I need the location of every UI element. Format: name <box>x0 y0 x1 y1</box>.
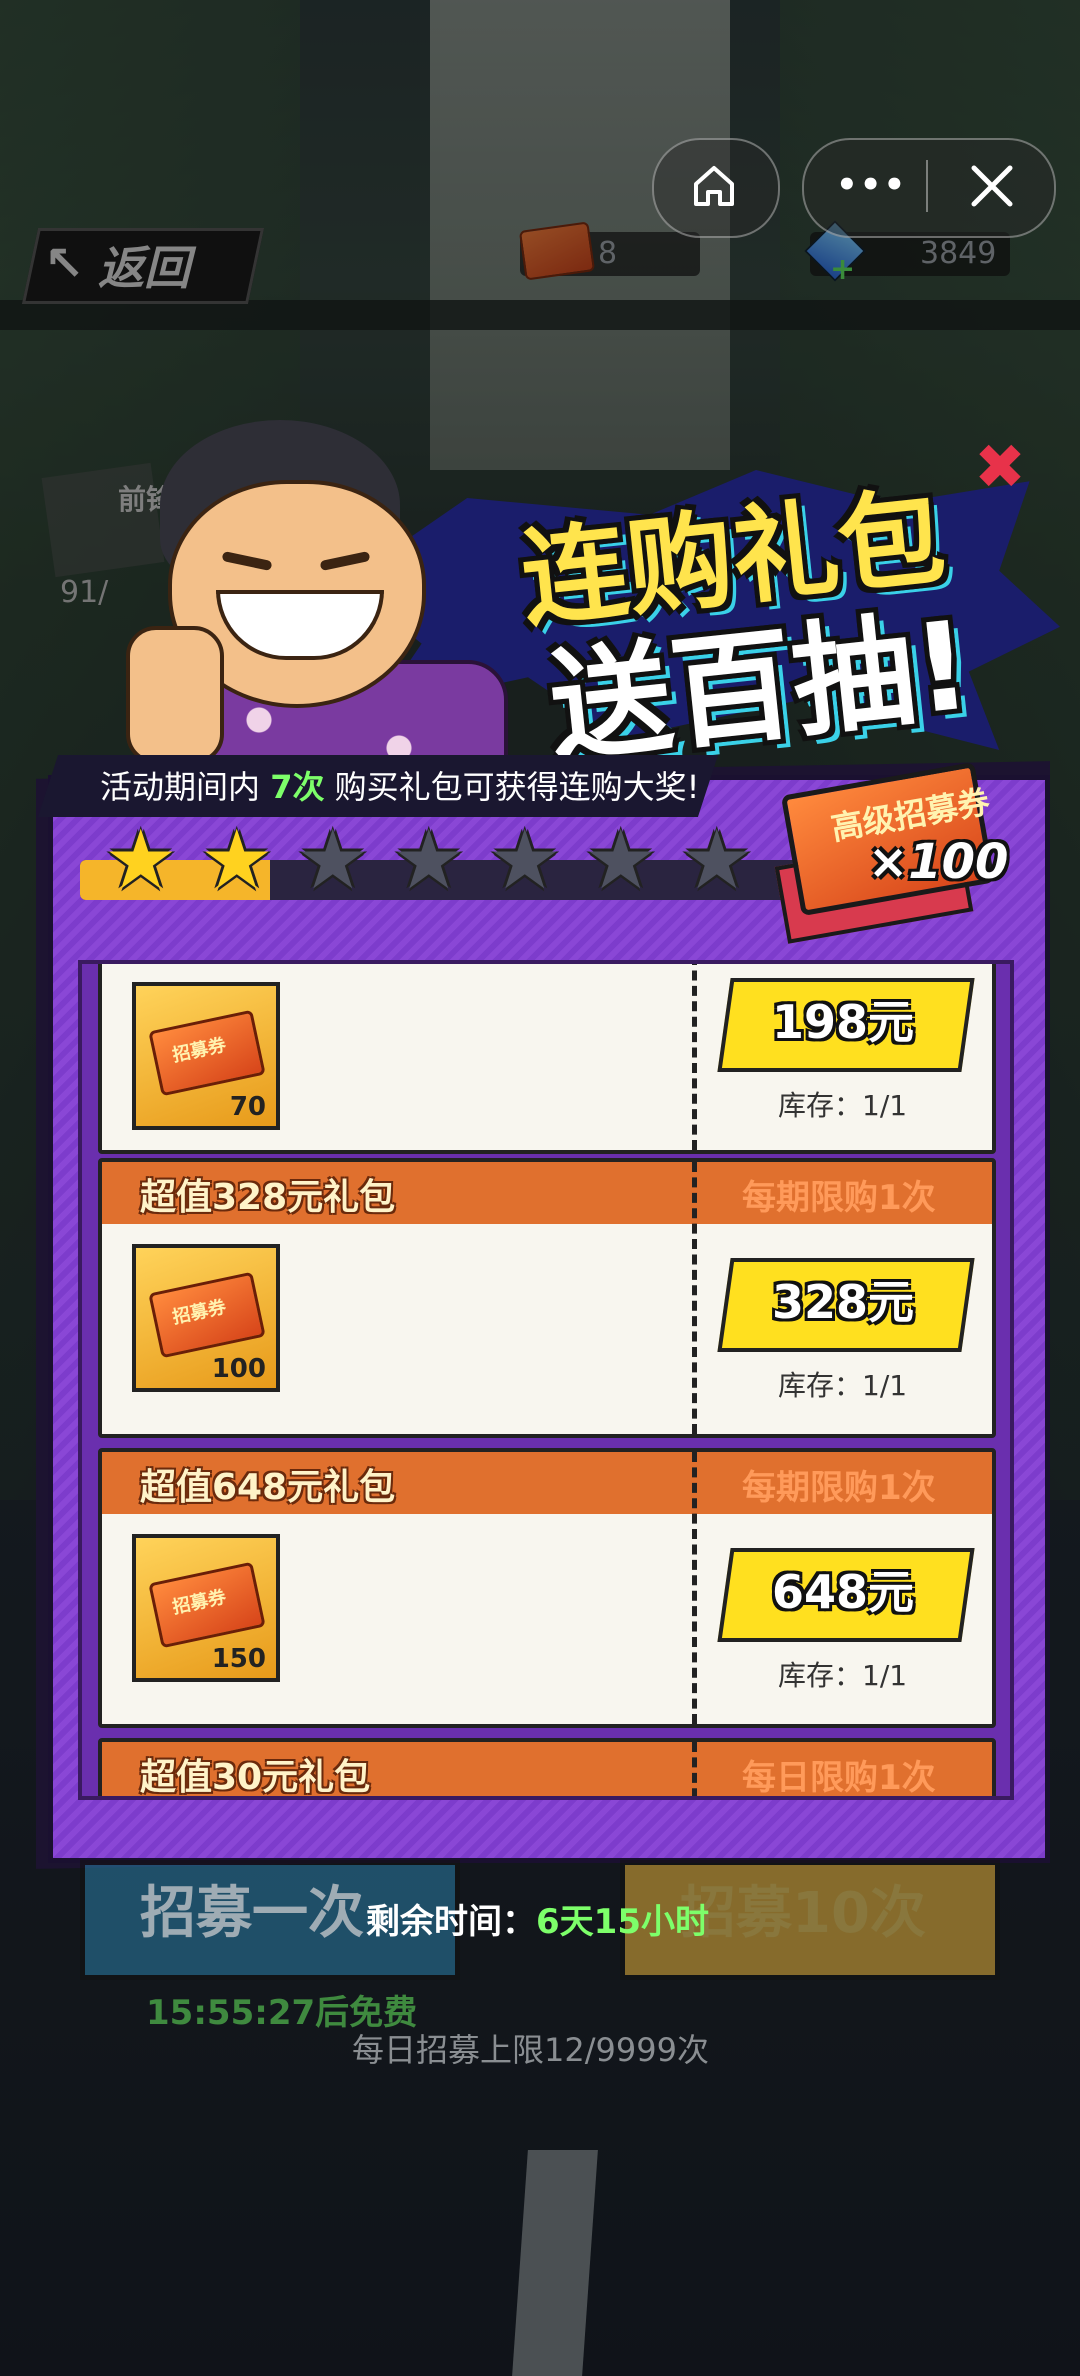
progress-star-2: ★ <box>200 813 274 908</box>
package-card: 超值328元礼包 每期限购1次 招募券 100 328元 库存：1/1 <box>98 1158 996 1438</box>
progress-star-4: ★ <box>392 813 466 908</box>
capsule-divider <box>926 160 928 212</box>
progress-star-6: ★ <box>584 813 658 908</box>
package-name: 超值30元礼包 <box>140 1757 371 1798</box>
daily-limit: 每日招募上限12/9999次 <box>352 2031 709 2069</box>
remaining-label: 剩余时间： <box>366 1902 536 1942</box>
package-list[interactable]: 招募券 70 198元 库存：1/1 超值328元礼包 每期限购1次 招募券 1… <box>78 960 1014 1800</box>
thumbs-up-icon <box>126 626 224 764</box>
item-count: 70 <box>229 1092 266 1122</box>
remaining-value: 6天15小时 <box>536 1902 709 1942</box>
home-icon <box>694 166 734 206</box>
progress-star-1: ★ <box>104 813 178 908</box>
stock-label: 库存：1/1 <box>778 1369 908 1402</box>
progress-star-3: ★ <box>296 813 370 908</box>
activity-info: 活动期间内 7次 购买礼包可获得连购大奖! <box>100 762 699 808</box>
package-card: 超值30元礼包 每日限购1次 <box>98 1738 996 1798</box>
close-icon[interactable] <box>966 160 1018 212</box>
remaining-time: 剩余时间：6天15小时 <box>366 1894 709 1943</box>
purchase-limit: 每期限购1次 <box>742 1468 936 1508</box>
package-name: 超值328元礼包 <box>140 1177 396 1218</box>
stock-label: 库存：1/1 <box>778 1089 908 1122</box>
item-count: 100 <box>211 1354 266 1384</box>
card-divider <box>692 1162 697 1434</box>
more-icon: ••• <box>836 165 908 205</box>
purchase-limit: 每日限购1次 <box>742 1758 936 1798</box>
package-item[interactable]: 招募券 70 <box>132 982 280 1130</box>
info-suffix: 购买礼包可获得连购大奖! <box>324 768 700 806</box>
progress-star-7: ★ <box>680 813 754 908</box>
package-name: 超值648元礼包 <box>140 1467 396 1508</box>
package-card: 招募券 70 198元 库存：1/1 <box>98 964 996 1154</box>
package-card: 超值648元礼包 每期限购1次 招募券 150 648元 库存：1/1 <box>98 1448 996 1728</box>
info-prefix: 活动期间内 <box>100 768 271 806</box>
price-label: 328元 <box>771 1275 915 1329</box>
progress-star-5: ★ <box>488 813 562 908</box>
card-divider <box>692 1742 697 1796</box>
recruit-ten-label: 招募10次 <box>680 1881 926 1946</box>
stock-label: 库存：1/1 <box>778 1659 908 1692</box>
close-banner-icon[interactable]: ✖ <box>974 430 1026 503</box>
price-label: 648元 <box>771 1565 915 1619</box>
purchase-limit: 每期限购1次 <box>742 1178 936 1218</box>
card-divider <box>692 964 697 1150</box>
package-item[interactable]: 招募券 100 <box>132 1244 280 1392</box>
info-highlight: 7次 <box>270 768 325 806</box>
package-item[interactable]: 招募券 150 <box>132 1534 280 1682</box>
card-divider <box>692 1452 697 1724</box>
grand-prize-qty: ×100 <box>868 834 1009 890</box>
price-label: 198元 <box>771 995 915 1049</box>
recruit-once-label: 招募一次 <box>140 1881 364 1946</box>
item-count: 150 <box>211 1644 266 1674</box>
